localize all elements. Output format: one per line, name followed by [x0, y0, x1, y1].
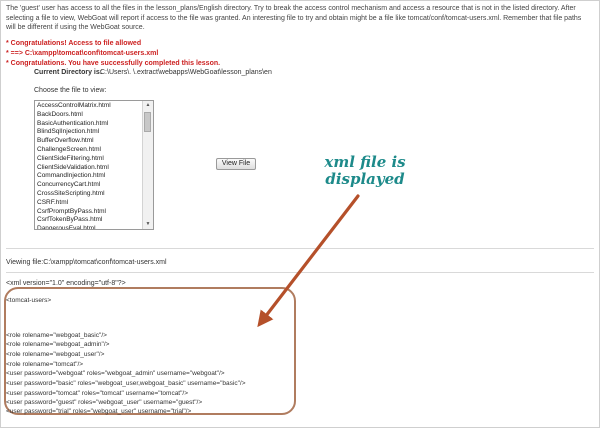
file-list-item[interactable]: BlindSqlInjection.html — [37, 128, 141, 137]
file-list-items: AccessControlMatrix.html BackDoors.html Ba… — [37, 102, 141, 229]
file-list-item[interactable]: BackDoors.html — [37, 111, 141, 120]
file-list-item[interactable]: ClientSideFiltering.html — [37, 155, 141, 164]
xml-line: <user password="guest" roles="webgoat_us… — [6, 399, 203, 406]
scroll-down-icon[interactable]: ▼ — [143, 220, 153, 229]
file-list-item[interactable]: BasicAuthentication.html — [37, 120, 141, 129]
xml-line: <user password="basic" roles="webgoat_us… — [6, 380, 246, 387]
scroll-thumb[interactable] — [144, 112, 151, 132]
file-list-scrollbar[interactable]: ▲ ▼ — [142, 101, 153, 229]
success-message-access: * Congratulations! Access to file allowe… — [6, 40, 142, 47]
file-list-item[interactable]: CsrfTokenByPass.html — [37, 216, 141, 225]
file-list-item[interactable]: DangerousEval.html — [37, 225, 141, 229]
choose-file-label: Choose the file to view: — [34, 87, 107, 94]
divider — [6, 248, 594, 249]
current-directory-value: C:\Users\. \.extract\webapps\WebGoat\les… — [100, 69, 272, 76]
file-list-item[interactable]: ConcurrencyCart.html — [37, 181, 141, 190]
scroll-up-icon[interactable]: ▲ — [143, 101, 153, 110]
file-list-item[interactable]: CsrfPromptByPass.html — [37, 208, 141, 217]
xml-line: <user password="webgoat" roles="webgoat_… — [6, 370, 225, 377]
file-list-item[interactable]: CSRF.html — [37, 199, 141, 208]
file-list-item[interactable]: BufferOverflow.html — [37, 137, 141, 146]
file-list-item[interactable]: AccessControlMatrix.html — [37, 102, 141, 111]
view-file-button[interactable]: View File — [216, 158, 256, 170]
file-list-item[interactable]: ClientSideValidation.html — [37, 164, 141, 173]
annotation-label: xml file is displayed — [324, 153, 406, 188]
current-directory-label: Current Directory is: — [34, 69, 103, 76]
xml-line: <role rolename="tomcat"/> — [6, 361, 84, 368]
xml-root-tag: <tomcat-users> — [6, 297, 52, 304]
file-listbox[interactable]: AccessControlMatrix.html BackDoors.html Ba… — [34, 100, 154, 230]
xml-line: <user password="trial" roles="webgoat_us… — [6, 408, 192, 415]
xml-line: <role rolename="webgoat_basic"/> — [6, 332, 107, 339]
xml-declaration: <xml version="1.0" encoding="utf-8"?> — [6, 280, 126, 287]
divider — [6, 272, 594, 273]
file-list-item[interactable]: CommandInjection.html — [37, 172, 141, 181]
xml-line: <role rolename="webgoat_admin"/> — [6, 341, 110, 348]
file-list-item[interactable]: ChallengeScreen.html — [37, 146, 141, 155]
success-message-complete: * Congratulations. You have successfully… — [6, 60, 221, 67]
xml-line: <user password="tomcat" roles="tomcat" u… — [6, 390, 189, 397]
lesson-intro: The 'guest' user has access to all the f… — [6, 5, 582, 31]
success-message-path: * ==> C:\xampp\tomcat\conf\tomcat-users.… — [6, 50, 159, 57]
viewing-file-path: Viewing file:C:\xampp\tomcat\conf\tomcat… — [6, 259, 167, 266]
file-list-item[interactable]: CrossSiteScripting.html — [37, 190, 141, 199]
xml-line: <role rolename="webgoat_user"/> — [6, 351, 105, 358]
